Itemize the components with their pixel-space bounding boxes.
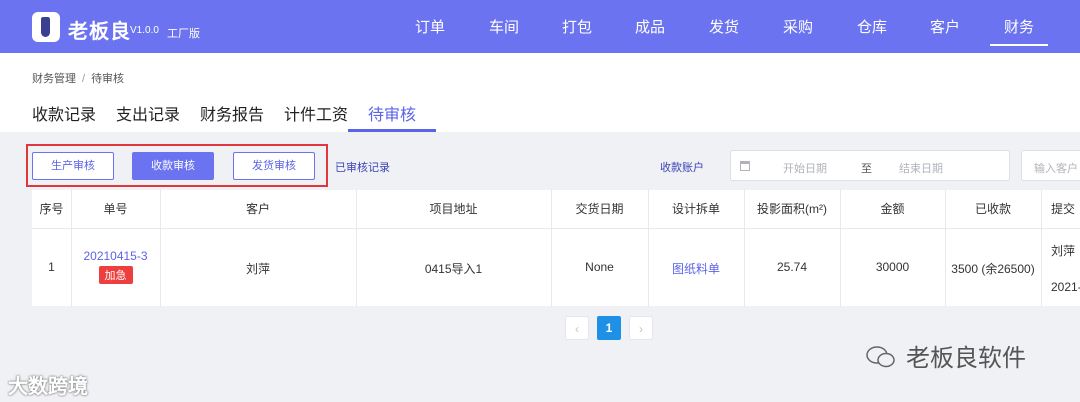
wechat-icon: [866, 346, 895, 368]
cell-customer: 刘萍: [245, 262, 270, 276]
end-date-input[interactable]: 结束日期: [899, 160, 943, 176]
production-review-button[interactable]: 生产审核: [32, 152, 114, 180]
breadcrumb-root[interactable]: 财务管理: [32, 73, 76, 85]
watermark-right: 老板良软件: [866, 338, 1026, 373]
col-header-address: 项目地址: [429, 202, 478, 216]
nav-orders[interactable]: 订单: [408, 0, 452, 53]
col-header-amount: 金额: [880, 202, 905, 216]
cell-received: 3500 (余26500): [951, 262, 1035, 276]
date-range-separator: 至: [861, 163, 872, 175]
start-date-input[interactable]: 开始日期: [783, 160, 827, 176]
cell-order-no: 20210415-3 加急: [71, 249, 160, 284]
col-header-submitter: 提交: [1051, 202, 1076, 216]
next-page-button[interactable]: ›: [629, 316, 653, 340]
col-header-index: 序号: [39, 202, 64, 216]
cell-amount: 30000: [875, 260, 910, 274]
pending-review-table: 序号 单号 客户 项目地址 交货日期 设计拆单 投影面积(m²) 金额 已收款 …: [32, 190, 1080, 306]
cell-delivery-date: None: [585, 260, 614, 274]
audited-records-link[interactable]: 已审核记录: [335, 159, 390, 175]
submitter-name: 刘萍: [1051, 244, 1076, 258]
filter-toolbar: 生产审核 收款审核 发货审核 已审核记录 收款账户 开始日期 至 结束日期 输入…: [0, 132, 1080, 190]
date-range-picker[interactable]: 开始日期 至 结束日期: [730, 150, 1010, 181]
cell-submitter: 刘萍 2021-: [1041, 242, 1080, 296]
logo-icon: [32, 12, 60, 42]
tab-piecework-wages[interactable]: 计件工资: [284, 101, 348, 125]
submit-date: 2021-: [1051, 280, 1080, 294]
page-1-button[interactable]: 1: [597, 316, 621, 340]
col-header-order-no: 单号: [103, 202, 128, 216]
edition-label: 工厂版: [167, 28, 200, 40]
breadcrumb: 财务管理 / 待审核: [32, 70, 124, 86]
page-header: 财务管理 / 待审核 收款记录 支出记录 财务报告 计件工资 待审核: [0, 53, 1080, 132]
design-drawing-link[interactable]: 图纸料单: [648, 260, 744, 277]
nav-finished-goods[interactable]: 成品: [628, 0, 672, 53]
brand-name: 老板良: [68, 21, 131, 43]
watermark-left: 大数跨境: [8, 376, 88, 398]
nav-shipping[interactable]: 发货: [702, 0, 746, 53]
nav-packing[interactable]: 打包: [555, 0, 599, 53]
cell-address: 0415导入1: [424, 262, 483, 276]
urgent-badge: 加急: [98, 266, 133, 284]
col-header-received: 已收款: [974, 202, 1011, 216]
shipping-review-button[interactable]: 发货审核: [233, 152, 315, 180]
watermark-right-text: 老板良软件: [906, 345, 1026, 372]
nav-warehouse[interactable]: 仓库: [850, 0, 894, 53]
col-header-area: 投影面积(m²): [757, 202, 827, 216]
tab-expenses[interactable]: 支出记录: [116, 101, 180, 125]
prev-page-button[interactable]: ‹: [565, 316, 589, 340]
payment-account-select[interactable]: 收款账户: [660, 159, 704, 175]
nav-workshop[interactable]: 车间: [482, 0, 526, 53]
cell-area: 25.74: [776, 260, 808, 274]
top-navbar: 老板良 V1.0.0 工厂版 订单 车间 打包 成品 发货 采购 仓库 客户 财…: [0, 0, 1080, 53]
breadcrumb-current: 待审核: [91, 73, 125, 85]
cell-index: 1: [48, 260, 55, 274]
nav-purchasing[interactable]: 采购: [776, 0, 820, 53]
col-header-delivery-date: 交货日期: [575, 202, 624, 216]
order-no-link[interactable]: 20210415-3: [71, 249, 160, 263]
calendar-icon: [740, 161, 750, 171]
tab-receipts[interactable]: 收款记录: [32, 101, 96, 125]
breadcrumb-separator: /: [82, 73, 86, 85]
payment-review-button[interactable]: 收款审核: [132, 152, 214, 180]
customer-search-input[interactable]: 输入客户: [1021, 150, 1080, 181]
col-header-customer: 客户: [245, 202, 270, 216]
col-header-design: 设计拆单: [671, 202, 720, 216]
tab-financial-report[interactable]: 财务报告: [200, 101, 264, 125]
tab-pending-review[interactable]: 待审核: [368, 101, 416, 125]
nav-finance[interactable]: 财务: [990, 0, 1048, 53]
version-label: V1.0.0: [130, 25, 159, 36]
nav-customers[interactable]: 客户: [923, 0, 967, 53]
